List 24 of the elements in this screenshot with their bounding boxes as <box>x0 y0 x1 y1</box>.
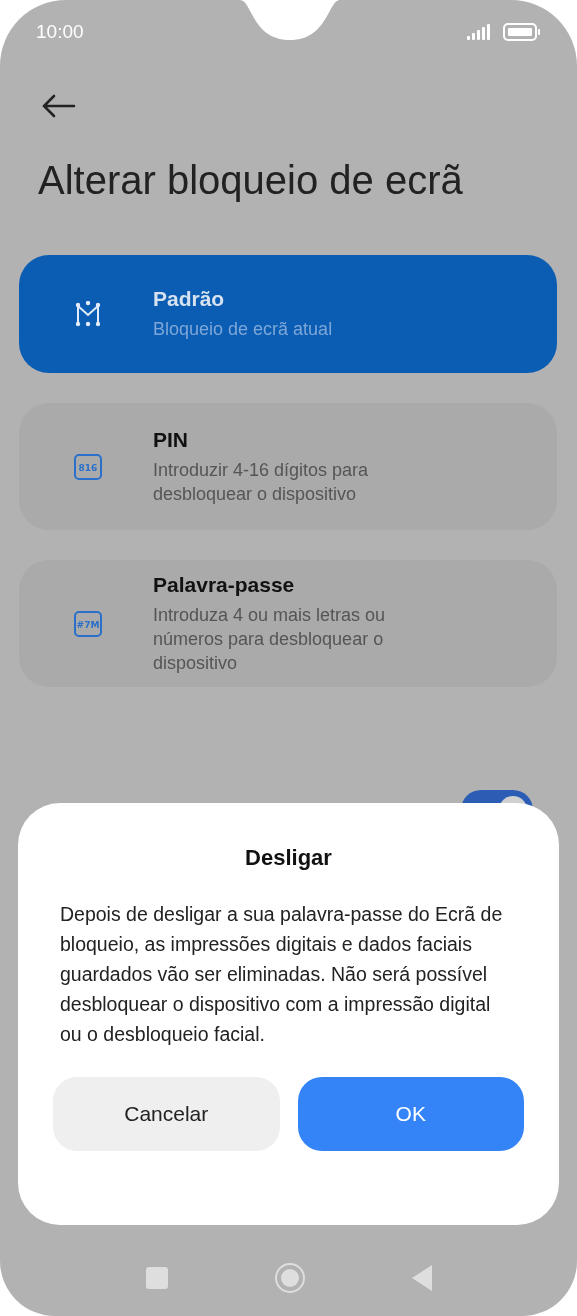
ok-button[interactable]: OK <box>297 1077 524 1151</box>
page-title: Alterar bloqueio de ecrã <box>38 158 464 203</box>
recents-icon[interactable] <box>144 1266 169 1290</box>
lock-option[interactable]: Padrão Bloqueio de ecrã atual <box>19 255 557 373</box>
dialog-message: Depois de desligar a sua palavra-passe do Ecrã de bloqueio, as impressões digitais e dados faciais guardados vão ser eliminadas. Não será possível desbloquear o dispositivo com a impressão digital ou o desbloqueio facial. <box>60 902 504 1047</box>
battery-icon <box>503 23 541 41</box>
option-title: Palavra-passe <box>153 572 296 597</box>
option-description: Bloqueio de ecrã atual <box>153 318 334 341</box>
option-description: Introduzir 4-16 dígitos para desbloquear o dispositivo <box>153 458 370 506</box>
keypad-icon: #7M <box>74 610 102 637</box>
lock-option[interactable]: 816 PIN Introduzir 4-16 dígitos para desbloquear o dispositivo <box>19 403 557 530</box>
dialog-title: Desligar <box>244 845 333 871</box>
home-icon[interactable] <box>273 1262 306 1294</box>
signal-icon <box>467 24 493 40</box>
option-description: Introduza 4 ou mais letras ou números para desbloquear o dispositivo <box>153 603 387 675</box>
cancel-button[interactable]: Cancelar <box>53 1077 280 1151</box>
back-arrow-icon[interactable] <box>42 94 76 118</box>
keypad-icon: 816 <box>74 453 102 480</box>
option-title: PIN <box>153 427 189 452</box>
option-title: Padrão <box>153 287 226 311</box>
pattern-icon <box>75 301 101 327</box>
lock-option[interactable]: #7M Palavra-passe Introduza 4 ou mais letras ou números para desbloquear o dispositivo <box>19 560 557 687</box>
status-time: 10:00 <box>36 21 84 43</box>
back-icon[interactable] <box>410 1264 433 1292</box>
